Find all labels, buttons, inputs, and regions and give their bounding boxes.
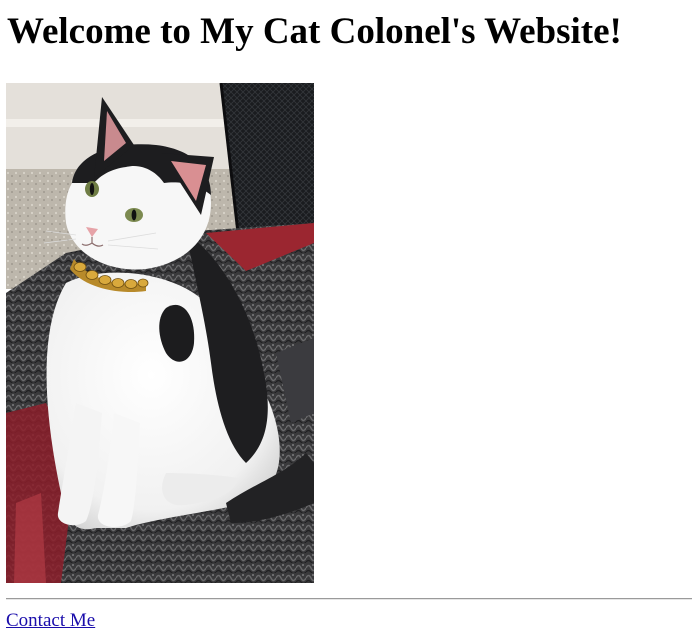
contact-me-link[interactable]: Contact Me <box>6 610 95 632</box>
page-title: Welcome to My Cat Colonel's Website! <box>7 11 622 52</box>
cat-photo <box>6 83 314 583</box>
divider <box>6 598 692 600</box>
